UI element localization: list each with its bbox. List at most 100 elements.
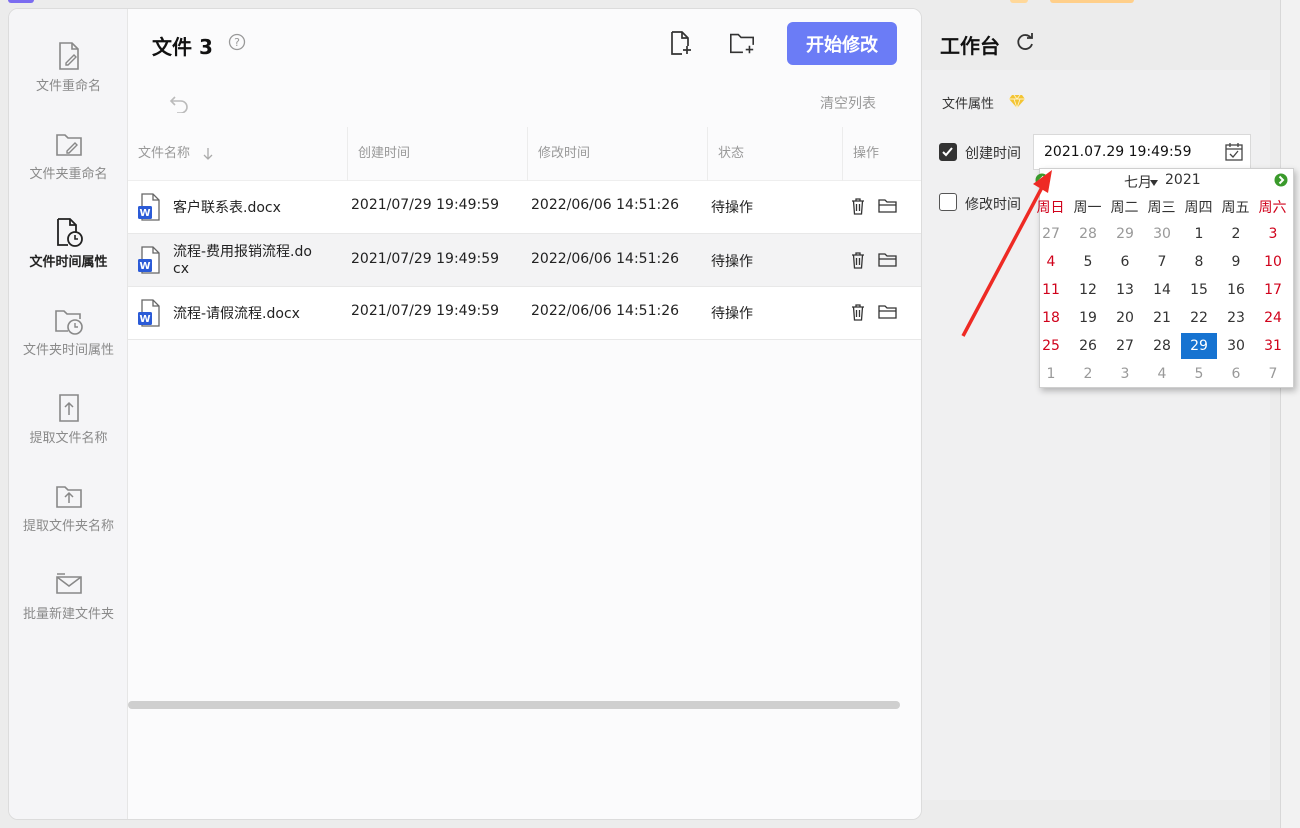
sort-arrow-down-icon[interactable]: [202, 147, 214, 161]
calendar-day[interactable]: 29: [1181, 333, 1217, 359]
caret-down-icon[interactable]: [1150, 180, 1158, 186]
calendar-day[interactable]: 11: [1033, 277, 1069, 303]
column-header-created[interactable]: 创建时间: [348, 127, 526, 181]
file-name: 流程-请假流程.docx: [173, 306, 300, 322]
calendar-day[interactable]: 24: [1255, 305, 1291, 331]
table-row[interactable]: W 流程-费用报销流程.do cx 2021/07/29 19:49:59 20…: [128, 234, 921, 287]
modified-time: 2022/06/06 14:51:26: [531, 303, 680, 319]
weekday-label: 周四: [1184, 200, 1213, 216]
calendar-day[interactable]: 9: [1218, 249, 1254, 275]
sidebar-item-file-rename[interactable]: 文件重命名: [9, 41, 128, 121]
sidebar-item-batch-folder[interactable]: 批量新建文件夹: [9, 569, 128, 649]
calendar-day[interactable]: 5: [1181, 361, 1217, 387]
calendar-day[interactable]: 27: [1107, 333, 1143, 359]
sidebar-item-folder-rename[interactable]: 文件夹重命名: [9, 129, 128, 209]
calendar-day[interactable]: 6: [1107, 249, 1143, 275]
calendar-day[interactable]: 2: [1070, 361, 1106, 387]
created-time-checkbox[interactable]: [939, 143, 957, 161]
sidebar-item-folder-time[interactable]: 文件夹时间属性: [9, 305, 128, 385]
refresh-icon[interactable]: [1014, 31, 1036, 53]
svg-text:W: W: [139, 208, 150, 219]
calendar-day[interactable]: 3: [1255, 221, 1291, 247]
add-file-icon[interactable]: [666, 29, 694, 57]
calendar-day[interactable]: 19: [1070, 305, 1106, 331]
sidebar-item-file-time[interactable]: 文件时间属性: [9, 217, 128, 297]
created-time-input[interactable]: 2021.07.29 19:49:59: [1033, 134, 1251, 170]
calendar-day[interactable]: 1: [1181, 221, 1217, 247]
next-month-icon[interactable]: [1274, 173, 1288, 187]
open-folder-icon[interactable]: [878, 252, 897, 268]
word-doc-icon: W: [138, 299, 160, 327]
open-folder-icon[interactable]: [878, 198, 897, 214]
calendar-day[interactable]: 4: [1144, 361, 1180, 387]
trash-icon[interactable]: [851, 251, 865, 269]
calendar-day[interactable]: 17: [1255, 277, 1291, 303]
calendar-day[interactable]: 23: [1218, 305, 1254, 331]
table-header: 文件名称 创建时间 修改时间 状态 操作: [128, 127, 921, 181]
clear-list-button[interactable]: 清空列表: [820, 93, 876, 113]
calendar-day[interactable]: 31: [1255, 333, 1291, 359]
add-folder-icon[interactable]: [728, 29, 756, 57]
calendar-day[interactable]: 28: [1070, 221, 1106, 247]
calendar-day[interactable]: 28: [1144, 333, 1180, 359]
calendar-day[interactable]: 7: [1144, 249, 1180, 275]
sidebar-item-extract-file[interactable]: 提取文件名称: [9, 393, 128, 473]
file-properties-label: 文件属性: [942, 97, 995, 112]
column-header-modified[interactable]: 修改时间: [528, 127, 706, 181]
created-time-label: 创建时间: [965, 146, 1021, 162]
column-header-name[interactable]: 文件名称: [128, 127, 346, 181]
calendar-day[interactable]: 18: [1033, 305, 1069, 331]
calendar-day[interactable]: 21: [1144, 305, 1180, 331]
year-selector[interactable]: 2021: [1165, 172, 1201, 188]
calendar-day[interactable]: 14: [1144, 277, 1180, 303]
month-selector[interactable]: 七月: [1124, 172, 1152, 192]
sidebar-item-label: 提取文件夹名称: [22, 519, 114, 534]
calendar-day[interactable]: 26: [1070, 333, 1106, 359]
file-table: 文件名称 创建时间 修改时间 状态 操作 W 客户联系表.docx 2021/0…: [128, 127, 921, 340]
calendar-day[interactable]: 3: [1107, 361, 1143, 387]
calendar-day[interactable]: 25: [1033, 333, 1069, 359]
file-name: 客户联系表.docx: [173, 200, 281, 216]
calendar-day[interactable]: 13: [1107, 277, 1143, 303]
trash-icon[interactable]: [851, 303, 865, 321]
start-modify-button[interactable]: 开始修改: [787, 22, 897, 65]
table-row[interactable]: W 流程-请假流程.docx 2021/07/29 19:49:59 2022/…: [128, 287, 921, 340]
calendar-day[interactable]: 10: [1255, 249, 1291, 275]
calendar-day[interactable]: 30: [1144, 221, 1180, 247]
calendar-day[interactable]: 6: [1218, 361, 1254, 387]
calendar-day[interactable]: 4: [1033, 249, 1069, 275]
column-header-status: 状态: [718, 146, 745, 161]
calendar-day[interactable]: 5: [1070, 249, 1106, 275]
prev-month-icon[interactable]: [1035, 173, 1049, 187]
status-text: 待操作: [711, 306, 753, 322]
file-upload-icon: [58, 394, 79, 422]
svg-text:W: W: [139, 261, 150, 272]
file-clock-icon: [56, 218, 83, 247]
sidebar-item-extract-folder[interactable]: 提取文件夹名称: [9, 481, 128, 561]
folder-upload-icon: [55, 486, 82, 508]
calendar-day[interactable]: 2: [1218, 221, 1254, 247]
calendar-day[interactable]: 7: [1255, 361, 1291, 387]
calendar-day[interactable]: 27: [1033, 221, 1069, 247]
calendar-day[interactable]: 16: [1218, 277, 1254, 303]
calendar-day[interactable]: 29: [1107, 221, 1143, 247]
weekday-label: 周日: [1036, 200, 1065, 216]
help-icon[interactable]: ?: [228, 33, 246, 51]
calendar-day[interactable]: 22: [1181, 305, 1217, 331]
horizontal-scrollbar[interactable]: [128, 701, 900, 709]
calendar-day[interactable]: 15: [1181, 277, 1217, 303]
calendar-day[interactable]: 20: [1107, 305, 1143, 331]
sidebar: 文件重命名 文件夹重命名 文件时间属性 文件夹时间属性 提取文件名称 提取文件夹…: [9, 9, 128, 819]
modified-time-checkbox[interactable]: [939, 193, 957, 211]
calendar-day[interactable]: 30: [1218, 333, 1254, 359]
calendar-day[interactable]: 8: [1181, 249, 1217, 275]
undo-icon[interactable]: [168, 93, 190, 113]
table-row[interactable]: W 客户联系表.docx 2021/07/29 19:49:59 2022/06…: [128, 181, 921, 234]
calendar-icon[interactable]: [1224, 142, 1244, 162]
window-edge: [1280, 0, 1300, 828]
open-folder-icon[interactable]: [878, 304, 897, 320]
calendar-day[interactable]: 12: [1070, 277, 1106, 303]
calendar-day[interactable]: 1: [1033, 361, 1069, 387]
folder-clock-icon: [54, 310, 83, 335]
trash-icon[interactable]: [851, 197, 865, 215]
